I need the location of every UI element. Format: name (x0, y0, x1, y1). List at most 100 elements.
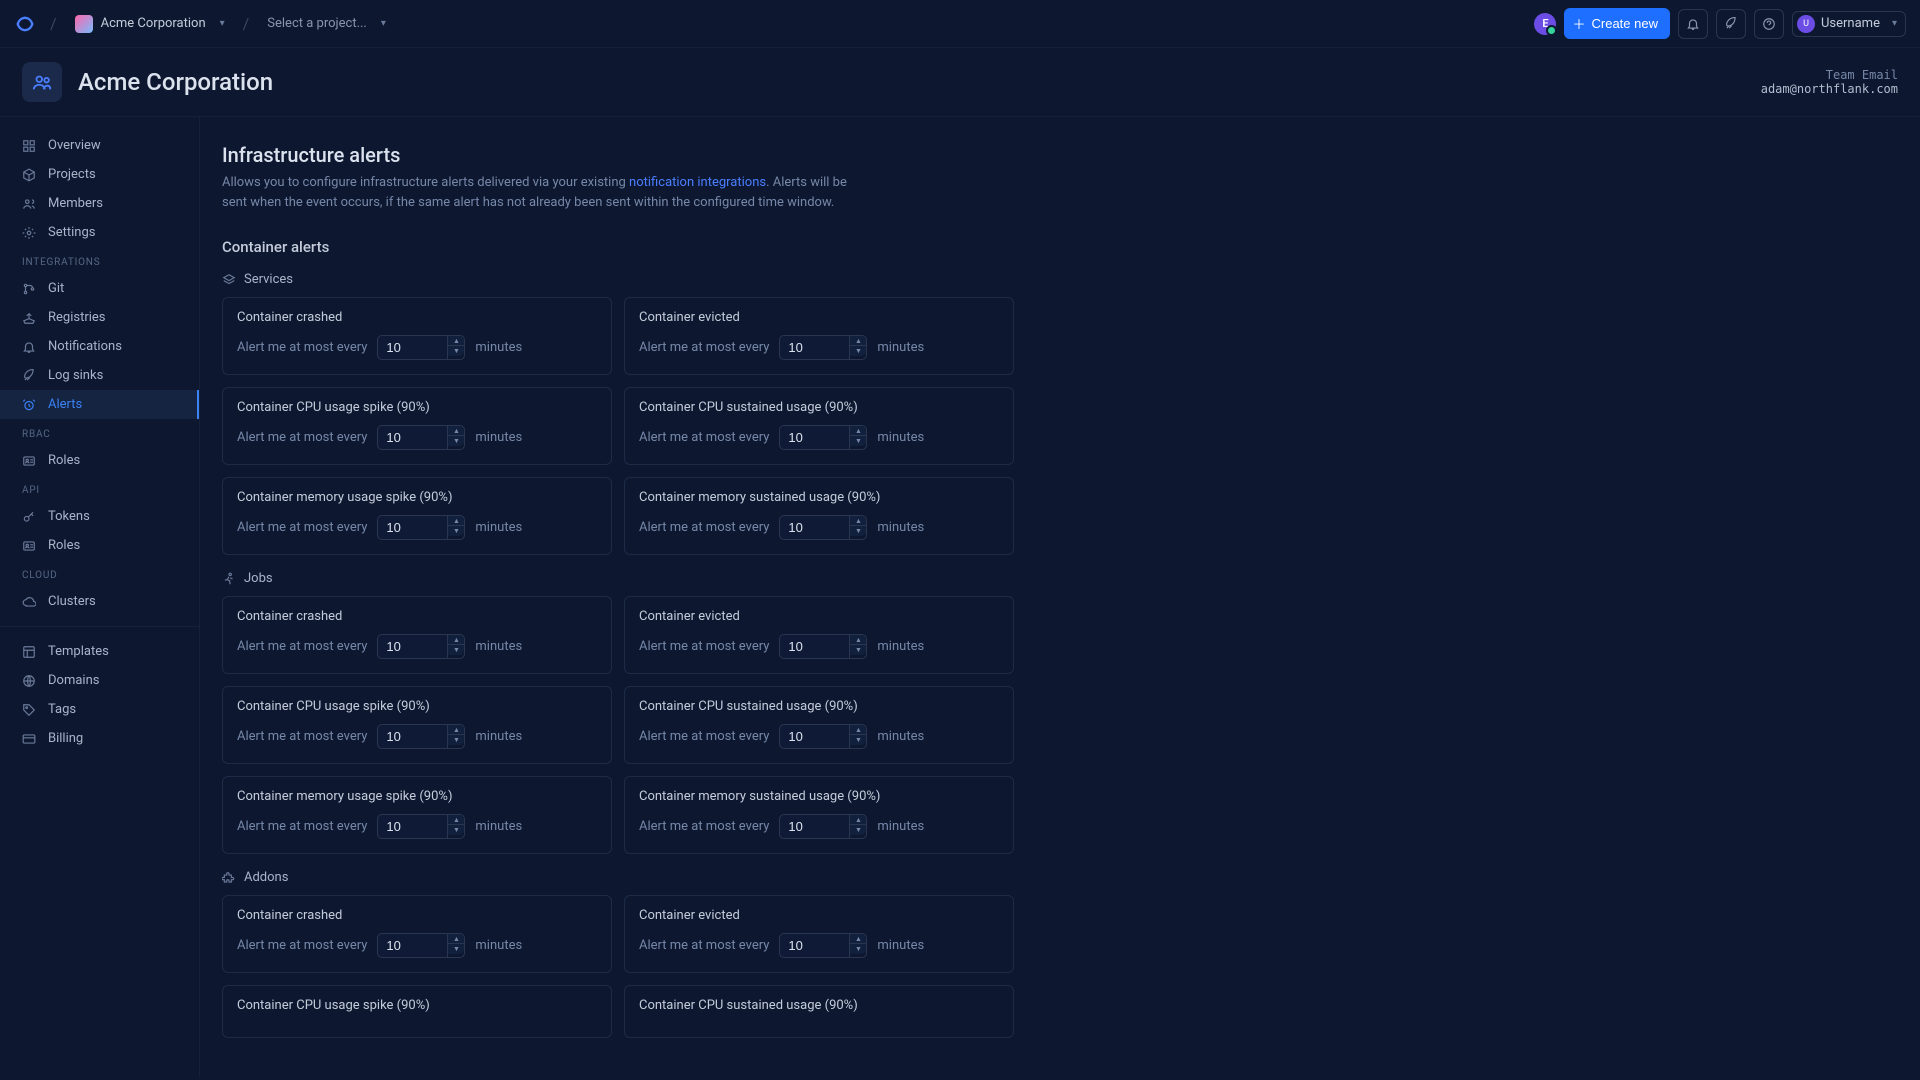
alert-interval-stepper[interactable]: ▲▼ (377, 814, 465, 839)
user-menu[interactable]: U Username ▾ (1792, 11, 1906, 37)
alert-interval-input[interactable] (779, 814, 849, 839)
stepper-up[interactable]: ▲ (448, 635, 464, 645)
chevron-down-icon: ▾ (1892, 18, 1897, 29)
notifications-button[interactable] (1678, 9, 1708, 39)
alert-interval-input[interactable] (779, 425, 849, 450)
stepper-up[interactable]: ▲ (850, 426, 866, 436)
stepper-up[interactable]: ▲ (448, 725, 464, 735)
sidebar-heading: CLOUD (0, 560, 199, 587)
create-new-button[interactable]: ＋ Create new (1564, 8, 1670, 39)
stepper-up[interactable]: ▲ (850, 725, 866, 735)
alert-interval-stepper[interactable]: ▲▼ (377, 515, 465, 540)
alert-prefix-label: Alert me at most every (639, 520, 769, 535)
stepper-down[interactable]: ▼ (850, 944, 866, 954)
alert-interval-input[interactable] (377, 335, 447, 360)
stepper-down[interactable]: ▼ (448, 436, 464, 446)
alert-title: Container CPU sustained usage (90%) (639, 998, 999, 1013)
alert-interval-input[interactable] (779, 515, 849, 540)
stepper-down[interactable]: ▼ (850, 735, 866, 745)
alert-interval-stepper[interactable]: ▲▼ (779, 425, 867, 450)
sidebar-item-registries[interactable]: Registries (0, 303, 199, 332)
org-selector[interactable]: Acme Corporation ▾ (71, 11, 229, 37)
alert-interval-stepper[interactable]: ▲▼ (779, 724, 867, 749)
stepper-down[interactable]: ▼ (448, 526, 464, 536)
stepper-up[interactable]: ▲ (448, 516, 464, 526)
stepper-down[interactable]: ▼ (850, 346, 866, 356)
presence-avatar[interactable]: E (1534, 13, 1556, 35)
alert-interval-input[interactable] (779, 634, 849, 659)
stepper-down[interactable]: ▼ (448, 944, 464, 954)
stepper-up[interactable]: ▲ (850, 635, 866, 645)
org-header: Acme Corporation Team Email adam@northfl… (0, 48, 1920, 117)
sidebar-item-projects[interactable]: Projects (0, 160, 199, 189)
alert-suffix-label: minutes (475, 729, 522, 744)
stepper-down[interactable]: ▼ (850, 526, 866, 536)
sidebar-item-templates[interactable]: Templates (0, 637, 199, 666)
sidebar-item-roles[interactable]: Roles (0, 446, 199, 475)
alert-interval-input[interactable] (377, 634, 447, 659)
alert-interval-input[interactable] (779, 933, 849, 958)
alert-card: Container crashedAlert me at most every▲… (222, 895, 612, 973)
alert-interval-stepper[interactable]: ▲▼ (377, 933, 465, 958)
alert-interval-stepper[interactable]: ▲▼ (377, 335, 465, 360)
stepper-up[interactable]: ▲ (448, 426, 464, 436)
rocket-button[interactable] (1716, 9, 1746, 39)
alert-interval-stepper[interactable]: ▲▼ (779, 814, 867, 839)
alert-interval-input[interactable] (779, 724, 849, 749)
project-selector[interactable]: Select a project... ▾ (263, 12, 390, 35)
alert-interval-input[interactable] (377, 814, 447, 839)
sidebar-item-label: Roles (48, 453, 80, 468)
help-button[interactable] (1754, 9, 1784, 39)
alert-interval-stepper[interactable]: ▲▼ (779, 515, 867, 540)
alert-interval-input[interactable] (377, 425, 447, 450)
alert-interval-input[interactable] (377, 515, 447, 540)
sidebar-item-domains[interactable]: Domains (0, 666, 199, 695)
sidebar-item-clusters[interactable]: Clusters (0, 587, 199, 616)
stepper-down[interactable]: ▼ (448, 825, 464, 835)
alert-interval-input[interactable] (779, 335, 849, 360)
sidebar-item-members[interactable]: Members (0, 189, 199, 218)
stepper-down[interactable]: ▼ (850, 825, 866, 835)
stepper-up[interactable]: ▲ (850, 815, 866, 825)
project-placeholder: Select a project... (267, 16, 367, 31)
stepper-up[interactable]: ▲ (850, 516, 866, 526)
stepper-up[interactable]: ▲ (448, 815, 464, 825)
notification-integrations-link[interactable]: notification integrations (629, 175, 766, 190)
sidebar-item-roles[interactable]: Roles (0, 531, 199, 560)
sidebar-item-label: Tokens (48, 509, 90, 524)
sidebar-item-overview[interactable]: Overview (0, 131, 199, 160)
group-label: Services (244, 272, 293, 287)
stepper-down[interactable]: ▼ (448, 645, 464, 655)
stepper-down[interactable]: ▼ (850, 436, 866, 446)
logo[interactable] (14, 13, 36, 35)
sidebar-item-tokens[interactable]: Tokens (0, 502, 199, 531)
sidebar-item-alerts[interactable]: Alerts (0, 390, 199, 419)
alert-interval-stepper[interactable]: ▲▼ (377, 724, 465, 749)
stepper-down[interactable]: ▼ (850, 645, 866, 655)
alert-interval-stepper[interactable]: ▲▼ (377, 425, 465, 450)
alert-interval-stepper[interactable]: ▲▼ (377, 634, 465, 659)
alert-interval-input[interactable] (377, 933, 447, 958)
sidebar-heading: INTEGRATIONS (0, 247, 199, 274)
sidebar-item-tags[interactable]: Tags (0, 695, 199, 724)
stepper-down[interactable]: ▼ (448, 735, 464, 745)
alert-prefix-label: Alert me at most every (237, 729, 367, 744)
stepper-up[interactable]: ▲ (850, 934, 866, 944)
sidebar-item-settings[interactable]: Settings (0, 218, 199, 247)
stepper-up[interactable]: ▲ (448, 934, 464, 944)
alert-interval-stepper[interactable]: ▲▼ (779, 335, 867, 360)
sidebar-item-git[interactable]: Git (0, 274, 199, 303)
sidebar-item-log-sinks[interactable]: Log sinks (0, 361, 199, 390)
alert-interval-stepper[interactable]: ▲▼ (779, 634, 867, 659)
sidebar-item-notifications[interactable]: Notifications (0, 332, 199, 361)
alert-card: Container CPU sustained usage (90%)Alert… (624, 387, 1014, 465)
sidebar-item-label: Members (48, 196, 103, 211)
sidebar-item-billing[interactable]: Billing (0, 724, 199, 753)
stepper-down[interactable]: ▼ (448, 346, 464, 356)
stepper-up[interactable]: ▲ (448, 336, 464, 346)
stepper-up[interactable]: ▲ (850, 336, 866, 346)
sidebar-item-label: Clusters (48, 594, 96, 609)
alert-card: Container memory sustained usage (90%)Al… (624, 776, 1014, 854)
alert-interval-stepper[interactable]: ▲▼ (779, 933, 867, 958)
alert-interval-input[interactable] (377, 724, 447, 749)
